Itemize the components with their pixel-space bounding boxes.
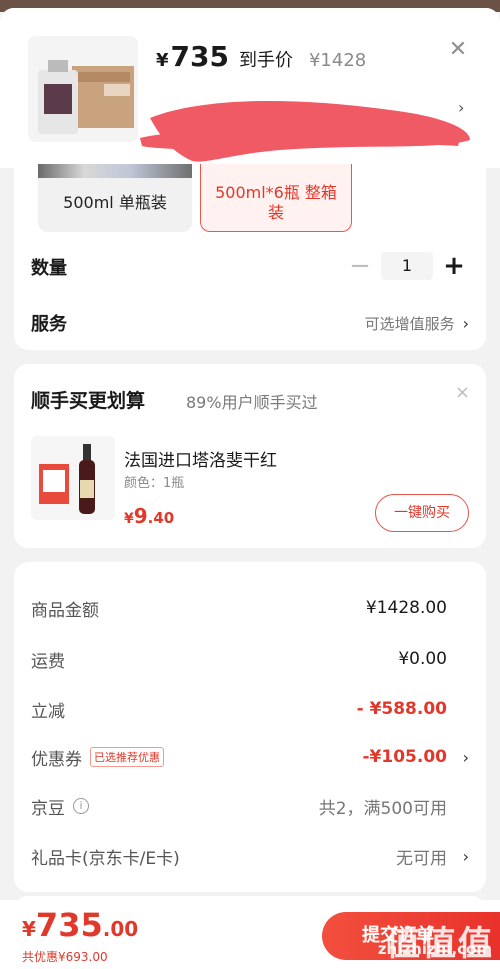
product-header: ¥735 到手价 ¥1428 ✕ › bbox=[0, 8, 500, 168]
spec-option-single[interactable]: 500ml 单瓶装 bbox=[38, 164, 192, 232]
chevron-right-icon: › bbox=[462, 846, 469, 866]
currency-symbol: ¥ bbox=[124, 511, 134, 527]
spec-card: 500ml 单瓶装 500ml*6瓶 整箱装 数量 − 1 + 服务 可选增值服… bbox=[14, 164, 486, 350]
cost-row-coupon[interactable]: 优惠券 已选推荐优惠 -¥105.00 › bbox=[31, 743, 469, 771]
cost-value: 共2，满500可用 bbox=[318, 798, 447, 819]
checkout-bar: ¥735.00 共优惠¥693.00 提交订单 值值值 bbox=[0, 900, 500, 969]
cost-value: - ¥588.00 bbox=[356, 699, 447, 719]
total-saving: 共优惠¥693.00 bbox=[22, 950, 108, 964]
cost-row-jingdou: 京豆 i 共2，满500可用 bbox=[31, 792, 469, 820]
final-price: ¥735 bbox=[156, 40, 229, 73]
total-price-dec: .00 bbox=[102, 917, 139, 941]
plus-button[interactable]: + bbox=[439, 252, 469, 280]
total-price: ¥735.00 bbox=[22, 906, 138, 944]
cost-value: ¥1428.00 bbox=[365, 598, 447, 618]
cost-row-giftcard[interactable]: 礼品卡(京东卡/E卡) 无可用 › bbox=[31, 842, 469, 870]
service-label: 服务 bbox=[31, 314, 67, 335]
total-price-int: 735 bbox=[35, 906, 103, 944]
chevron-right-icon: › bbox=[462, 313, 469, 333]
wine-thumbnail[interactable] bbox=[31, 436, 115, 520]
bundle-subtitle: 89%用户顺手买过 bbox=[186, 393, 318, 412]
wine-price-int: 9 bbox=[133, 504, 148, 528]
quantity-input[interactable]: 1 bbox=[381, 252, 433, 280]
close-icon[interactable]: ✕ bbox=[446, 38, 470, 62]
close-icon[interactable]: × bbox=[455, 382, 470, 403]
coupon-badge: 已选推荐优惠 bbox=[90, 747, 164, 767]
quantity-label: 数量 bbox=[31, 258, 67, 279]
minus-button[interactable]: − bbox=[345, 252, 375, 280]
final-price-tag: 到手价 bbox=[238, 50, 293, 71]
service-selector[interactable]: 可选增值服务 › bbox=[365, 313, 469, 334]
cost-summary-card: 商品金额 ¥1428.00 运费 ¥0.00 立减 - ¥588.00 优惠券 … bbox=[14, 562, 486, 892]
cost-label: 运费 bbox=[31, 651, 65, 672]
cost-row-shipping: 运费 ¥0.00 bbox=[31, 645, 469, 673]
cost-row-discount: 立减 - ¥588.00 bbox=[31, 695, 469, 723]
spec-option-case[interactable]: 500ml*6瓶 整箱装 bbox=[200, 164, 352, 232]
bundle-title: 顺手买更划算 bbox=[31, 390, 146, 412]
cost-value: 无可用 bbox=[396, 848, 447, 869]
wine-variant: 颜色：1瓶 bbox=[124, 476, 185, 491]
cost-label: 立减 bbox=[31, 701, 65, 722]
spec-option-image bbox=[38, 164, 192, 178]
service-row[interactable]: 服务 可选增值服务 › bbox=[31, 308, 469, 338]
info-icon[interactable]: i bbox=[73, 798, 89, 814]
cost-value: ¥0.00 bbox=[398, 649, 447, 669]
product-thumbnail[interactable] bbox=[28, 36, 138, 142]
quantity-row: 数量 − 1 + bbox=[31, 252, 469, 282]
product-image bbox=[28, 36, 138, 142]
cost-label: 京豆 bbox=[31, 798, 65, 819]
one-click-buy-button[interactable]: 一键购买 bbox=[375, 494, 469, 532]
quantity-stepper: − 1 + bbox=[345, 252, 469, 280]
wine-price-dec: .40 bbox=[147, 509, 175, 527]
cost-row-goods: 商品金额 ¥1428.00 bbox=[31, 594, 469, 622]
cost-label: 优惠券 bbox=[31, 749, 82, 770]
service-value: 可选增值服务 bbox=[364, 314, 455, 333]
cost-value: -¥105.00 bbox=[362, 747, 448, 767]
chevron-right-icon: › bbox=[462, 747, 469, 767]
cost-label: 商品金额 bbox=[31, 600, 99, 621]
original-price: ¥1428 bbox=[308, 50, 367, 71]
order-sheet: ¥735 到手价 ¥1428 ✕ › 500ml 单瓶装 500ml*6瓶 整箱… bbox=[0, 8, 500, 969]
wine-price: ¥9.40 bbox=[124, 504, 174, 528]
currency-symbol: ¥ bbox=[156, 50, 169, 71]
chevron-right-icon: › bbox=[458, 98, 465, 117]
watermark-url: zhizhizhi.com bbox=[377, 940, 492, 958]
wine-image bbox=[31, 436, 115, 520]
bundle-card: 顺手买更划算 89%用户顺手买过 × 法国进口塔洛斐干红 颜色：1瓶 ¥9.40… bbox=[14, 364, 486, 548]
redaction-scribble bbox=[140, 100, 470, 162]
cost-label: 礼品卡(京东卡/E卡) bbox=[31, 848, 180, 869]
final-price-value: 735 bbox=[170, 40, 229, 73]
price-row: ¥735 到手价 ¥1428 bbox=[156, 40, 366, 73]
spec-option-label: 500ml 单瓶装 bbox=[63, 193, 167, 212]
wine-name: 法国进口塔洛斐干红 bbox=[124, 451, 277, 471]
spec-option-label: 500ml*6瓶 整箱装 bbox=[215, 182, 337, 222]
currency-symbol: ¥ bbox=[22, 917, 36, 941]
